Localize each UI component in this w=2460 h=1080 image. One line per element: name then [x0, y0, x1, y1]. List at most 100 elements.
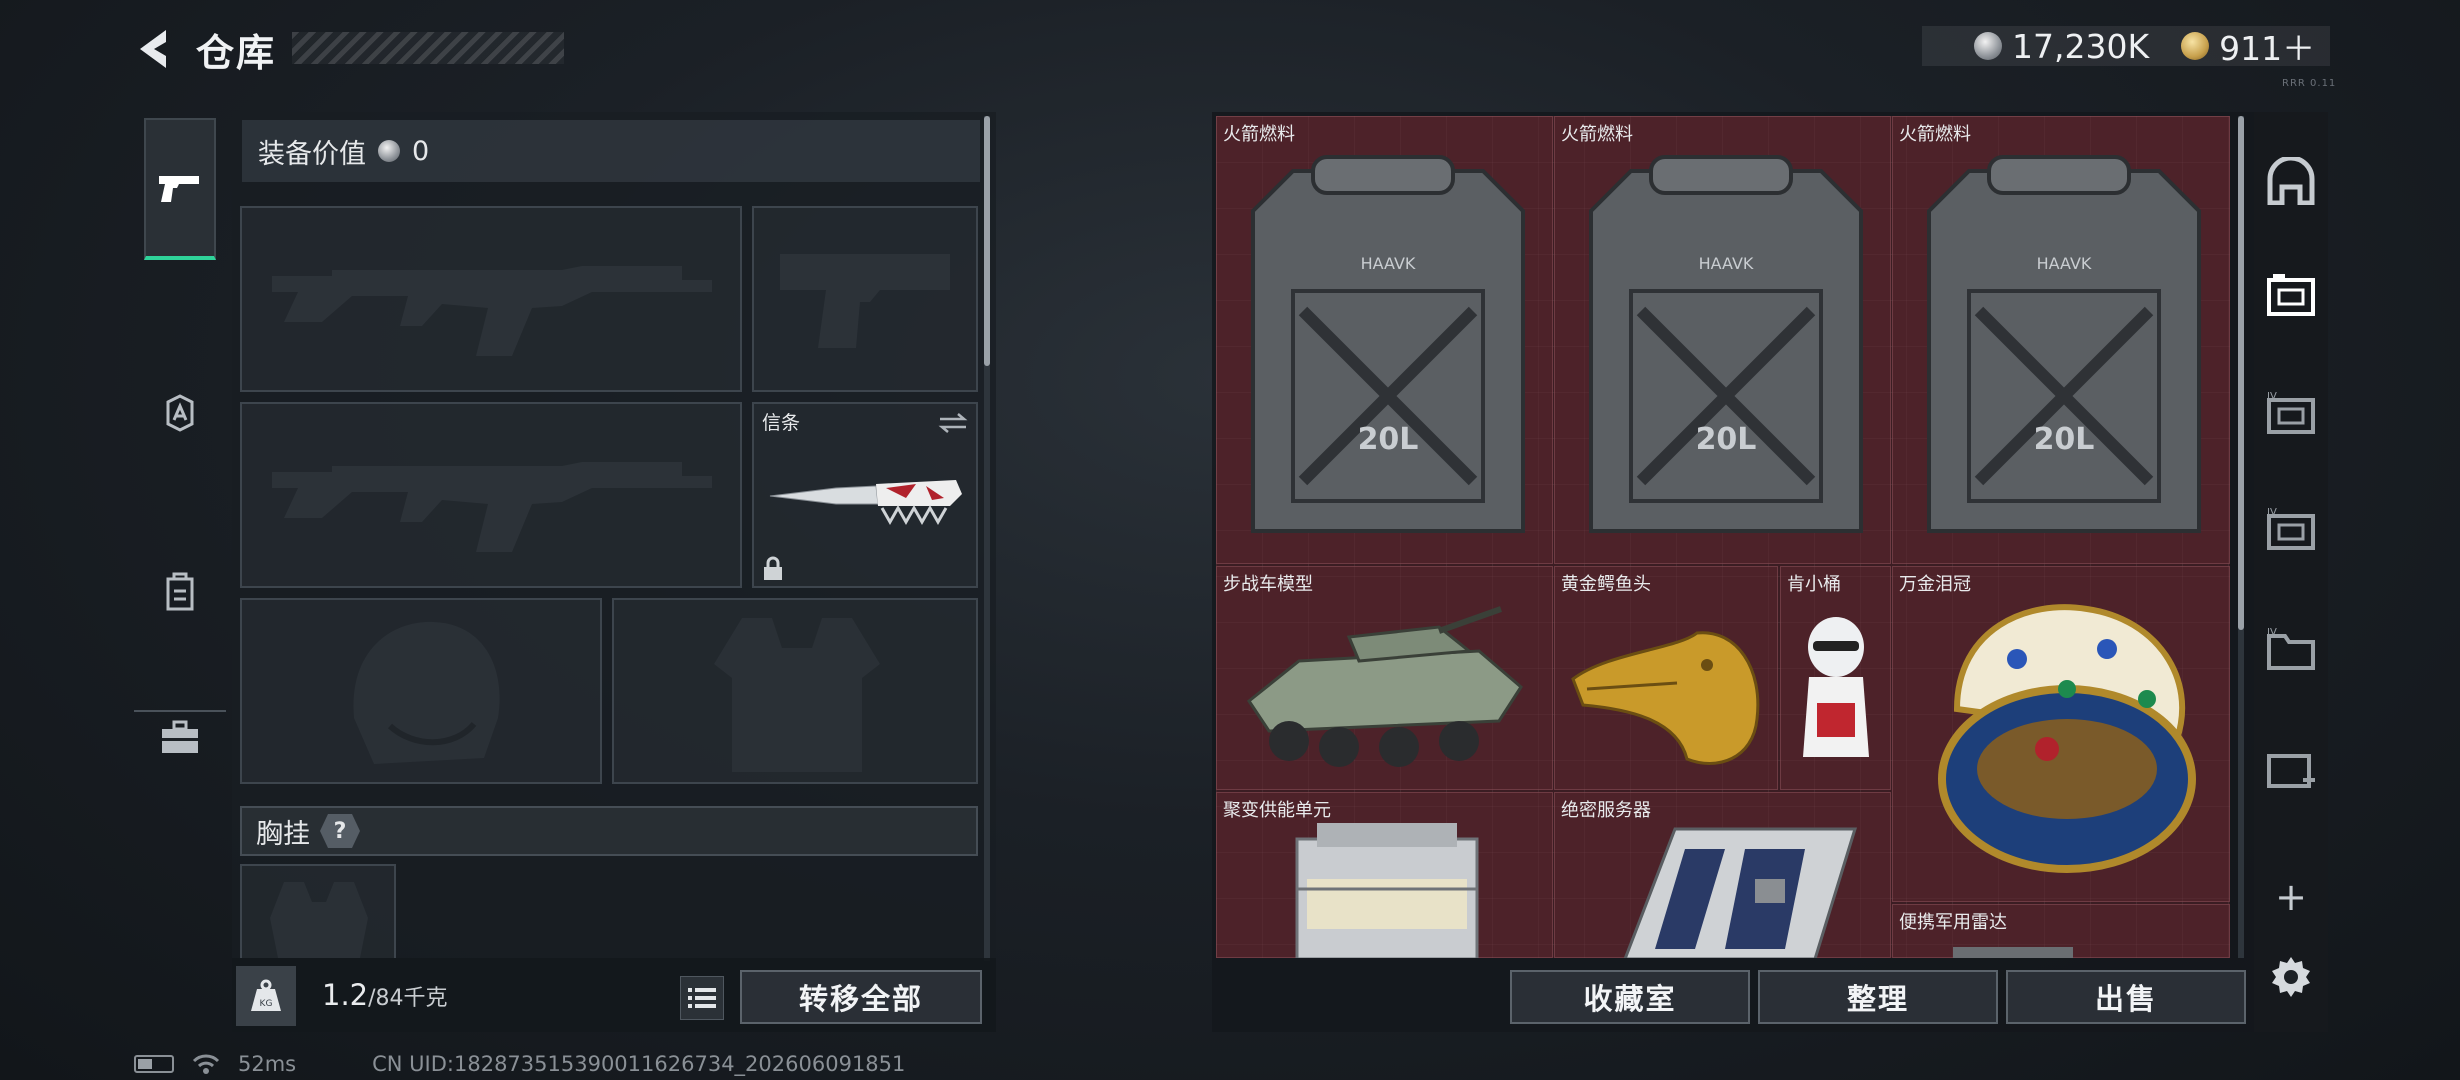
weight-readout: 1.2/84千克 — [322, 978, 448, 1012]
settings-button[interactable] — [2262, 948, 2320, 1006]
page-title: 仓库 — [196, 31, 277, 75]
gear-icon — [2272, 957, 2310, 997]
storage-item-jeweled-egg[interactable]: 万金泪冠 — [1892, 566, 2230, 902]
jerrycan-capacity: 20L — [1358, 422, 1419, 457]
tab-armor[interactable] — [134, 378, 226, 448]
rail-storage-2-button[interactable]: IV — [2262, 384, 2320, 442]
back-button[interactable] — [132, 26, 178, 72]
build-tag: RRR 0.11 — [2282, 78, 2337, 89]
rail-storage-1-button[interactable] — [2262, 266, 2320, 324]
sidearm-slot[interactable] — [752, 206, 978, 392]
primary-weapon-slot-1[interactable] — [240, 206, 742, 392]
item-label: 肯小桶 — [1787, 574, 1841, 595]
storage-case-icon — [2267, 274, 2315, 316]
silver-coin-icon — [1974, 32, 2002, 60]
storage-item-figurine[interactable]: 肯小桶 — [1780, 566, 1891, 790]
swap-icon[interactable] — [938, 412, 968, 434]
assault-rifle-silhouette-icon — [272, 266, 712, 356]
list-icon — [688, 988, 716, 1008]
figurine-icon — [1803, 617, 1869, 757]
folder-case-icon: IV — [2267, 627, 2315, 670]
gold-coin-icon — [2181, 32, 2210, 60]
jeweled-egg-icon — [1938, 604, 2196, 873]
rail-storage-4-button[interactable]: IV — [2262, 620, 2320, 678]
helmet-slot[interactable] — [240, 598, 602, 784]
jerrycan-icon: HAAVK 20L — [1589, 155, 1863, 533]
vest-silhouette-icon — [714, 618, 880, 772]
ifv-model-icon — [1246, 606, 1523, 767]
storage-item-server[interactable]: 绝密服务器 — [1554, 792, 1891, 958]
weight-max: /84千克 — [368, 986, 448, 1011]
transfer-all-button[interactable]: 转移全部 — [740, 970, 982, 1024]
pistol-icon — [159, 176, 199, 202]
storage-scrollbar-thumb[interactable] — [2238, 116, 2244, 630]
jerrycan-brand: HAAVK — [2037, 254, 2092, 273]
primary-weapon-slot-2[interactable] — [240, 402, 742, 588]
storage-item-gold-crocodile-head[interactable]: 黄金鳄鱼头 — [1554, 566, 1778, 790]
storage-case-icon: IV — [2267, 507, 2315, 550]
chest-rig-help-button[interactable]: ? — [320, 814, 360, 848]
jerrycan-icon: HAAVK 20L — [1927, 155, 2201, 533]
item-label: 黄金鳄鱼头 — [1561, 574, 1651, 595]
weight-icon: KG — [251, 979, 281, 1011]
gold-crocodile-head-icon — [1571, 631, 1760, 765]
rail-expand-storage-button[interactable] — [2262, 742, 2320, 800]
item-label: 便携军用雷达 — [1899, 912, 2007, 933]
system-status-bar: 52ms CN UID:182873515390011626734_202606… — [134, 1052, 905, 1076]
assault-rifle-silhouette-icon — [272, 462, 712, 552]
helmet-silhouette-icon — [353, 621, 500, 764]
fusion-cell-icon — [1295, 823, 1479, 958]
item-label: 火箭燃料 — [1223, 124, 1295, 145]
pistol-silhouette-icon — [780, 254, 950, 348]
gold-balance: 911＋ — [2219, 29, 2316, 68]
svg-text:KG: KG — [260, 999, 273, 1009]
tab-supplies[interactable] — [134, 702, 226, 772]
storage-item-ifv-model[interactable]: 步战车模型 — [1216, 566, 1553, 790]
back-arrow-icon — [140, 30, 166, 68]
melee-slot[interactable]: 信条 — [752, 402, 978, 588]
add-case-icon — [2267, 754, 2315, 788]
sort-button[interactable]: 整理 — [1758, 970, 1998, 1024]
svg-text:IV: IV — [2267, 627, 2277, 638]
chest-rig-label: 胸挂 — [256, 818, 310, 850]
weight-current: 1.2 — [322, 978, 369, 1012]
svg-text:IV: IV — [2267, 507, 2277, 518]
jerrycan-capacity: 20L — [1696, 422, 1757, 457]
title-decoration — [292, 32, 564, 64]
storage-item-fusion-cell[interactable]: 聚变供能单元 — [1216, 792, 1553, 958]
jerrycan-icon: HAAVK 20L — [1251, 155, 1525, 533]
equipment-value-header: 装备价值 0 — [242, 120, 980, 182]
storage-grid: 火箭燃料 HAAVK 20L 火箭燃料 HAAVK 20L 火箭燃料 HAAVK — [1216, 116, 2230, 958]
battery-icon — [134, 1055, 174, 1073]
collection-room-button[interactable]: 收藏室 — [1510, 970, 1750, 1024]
jerrycan-capacity: 20L — [2034, 422, 2095, 457]
ping-value: 52ms — [238, 1052, 297, 1076]
silver-coin-icon — [378, 140, 400, 162]
sell-button[interactable]: 出售 — [2006, 970, 2246, 1024]
wifi-icon — [192, 1054, 220, 1074]
silver-balance: 17,230K — [2012, 26, 2150, 66]
backpack-icon — [166, 572, 194, 611]
chest-rig-silhouette-icon — [270, 882, 368, 958]
list-view-button[interactable] — [680, 976, 724, 1020]
storage-case-icon: IV — [2267, 391, 2315, 434]
tab-gear[interactable] — [134, 556, 226, 626]
radar-icon — [1953, 947, 2073, 958]
storage-item-radar[interactable]: 便携军用雷达 — [1892, 904, 2230, 958]
rail-add-button[interactable]: + — [2262, 868, 2320, 926]
lock-icon — [764, 556, 782, 580]
weight-icon-box: KG — [236, 966, 296, 1026]
storage-item-rocket-fuel-2[interactable]: 火箭燃料 HAAVK 20L — [1554, 116, 1891, 564]
storage-item-rocket-fuel-1[interactable]: 火箭燃料 HAAVK 20L — [1216, 116, 1553, 564]
category-tabs — [134, 108, 226, 753]
svg-text:IV: IV — [2267, 391, 2277, 402]
chest-rig-slot[interactable] — [240, 864, 396, 958]
equipment-scrollbar-thumb[interactable] — [984, 116, 990, 366]
rail-storage-3-button[interactable]: IV — [2262, 500, 2320, 558]
tab-weapons[interactable] — [144, 118, 216, 260]
toolbox-icon — [162, 720, 198, 753]
armor-slot[interactable] — [612, 598, 978, 784]
rail-hideout-button[interactable] — [2262, 152, 2320, 210]
helmet-badge-icon — [166, 394, 194, 432]
storage-item-rocket-fuel-3[interactable]: 火箭燃料 HAAVK 20L — [1892, 116, 2230, 564]
